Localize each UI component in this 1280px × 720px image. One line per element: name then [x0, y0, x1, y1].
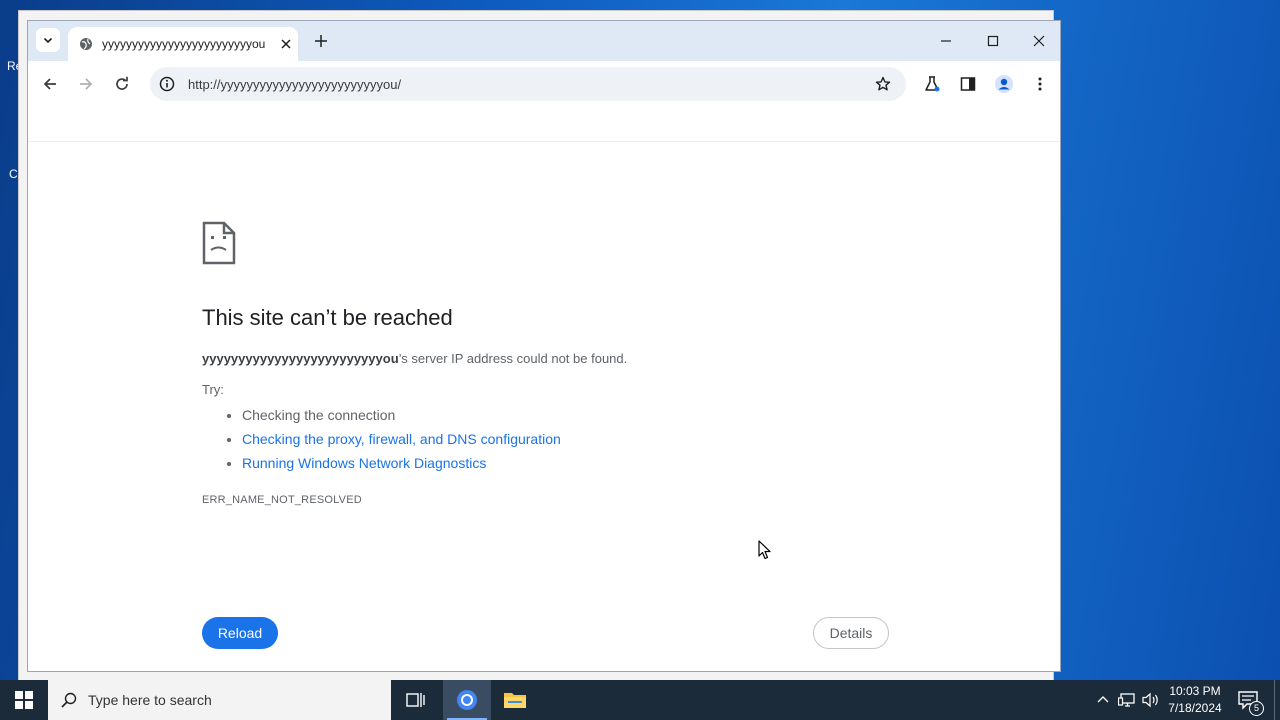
- taskbar-chrome-button[interactable]: [443, 680, 491, 720]
- labs-flask-icon[interactable]: [920, 72, 944, 96]
- taskbar-clock[interactable]: 10:03 PM 7/18/2024: [1162, 683, 1228, 717]
- reload-button[interactable]: Reload: [202, 617, 278, 649]
- plus-icon: [315, 35, 327, 47]
- suggestion-link-diagnostics[interactable]: Running Windows Network Diagnostics: [242, 451, 561, 475]
- taskbar-search-box[interactable]: Type here to search: [48, 680, 391, 720]
- error-host: yyyyyyyyyyyyyyyyyyyyyyyyyou: [202, 351, 399, 366]
- address-bar[interactable]: http://yyyyyyyyyyyyyyyyyyyyyyyyyou/: [150, 67, 906, 101]
- search-icon: [60, 691, 78, 709]
- back-button[interactable]: [38, 72, 62, 96]
- minimize-button[interactable]: [934, 29, 958, 53]
- maximize-icon: [987, 35, 999, 47]
- taskbar: Type here to search 10:03 PM 7/18/2024 5: [0, 680, 1280, 720]
- suggestion-list: Checking the connection Checking the pro…: [202, 403, 561, 475]
- clock-date: 7/18/2024: [1168, 701, 1222, 715]
- tab-title: yyyyyyyyyyyyyyyyyyyyyyyyyou: [102, 37, 266, 51]
- close-window-button[interactable]: [1027, 29, 1051, 53]
- taskbar-file-explorer-button[interactable]: [491, 680, 539, 720]
- error-code: ERR_NAME_NOT_RESOLVED: [202, 494, 362, 506]
- maximize-button[interactable]: [981, 29, 1005, 53]
- address-url: http://yyyyyyyyyyyyyyyyyyyyyyyyyou/: [188, 76, 402, 92]
- task-view-icon: [406, 693, 425, 707]
- error-description: yyyyyyyyyyyyyyyyyyyyyyyyyou’s server IP …: [202, 351, 627, 366]
- chevron-down-icon: [43, 37, 53, 44]
- windows-logo-icon: [15, 691, 33, 709]
- desktop-icon-label-fragment: C: [9, 167, 18, 181]
- suggestion-link-proxy[interactable]: Checking the proxy, firewall, and DNS co…: [242, 427, 561, 451]
- more-menu-icon[interactable]: [1028, 72, 1052, 96]
- folder-icon: [504, 693, 526, 708]
- details-button[interactable]: Details: [813, 617, 889, 649]
- task-view-button[interactable]: [392, 680, 440, 720]
- minimize-icon: [941, 40, 951, 42]
- close-icon: [1033, 35, 1045, 47]
- reload-icon: [116, 76, 128, 90]
- arrow-left-icon: [43, 78, 56, 90]
- chrome-icon: [457, 690, 477, 710]
- network-icon[interactable]: [1118, 691, 1136, 709]
- search-placeholder: Type here to search: [88, 692, 212, 708]
- globe-icon: [78, 36, 94, 52]
- error-heading: This site can’t be reached: [202, 305, 453, 330]
- sad-document-icon: [202, 221, 236, 265]
- side-panel-icon[interactable]: [956, 72, 980, 96]
- start-button[interactable]: [0, 680, 48, 720]
- show-desktop-button[interactable]: [1274, 680, 1280, 720]
- tab-search-button[interactable]: [36, 28, 60, 52]
- bookmark-star-icon[interactable]: [874, 75, 892, 93]
- toolbar-divider: [28, 141, 1060, 142]
- tab-active[interactable]: yyyyyyyyyyyyyyyyyyyyyyyyyou: [68, 27, 298, 61]
- try-label: Try:: [202, 382, 224, 397]
- notification-center-button[interactable]: 5: [1236, 688, 1264, 716]
- reload-page-button[interactable]: [110, 72, 134, 96]
- show-hidden-icons-chevron-icon[interactable]: [1094, 691, 1112, 709]
- notification-count-badge: 5: [1249, 701, 1264, 716]
- browser-toolbar: http://yyyyyyyyyyyyyyyyyyyyyyyyyou/: [28, 61, 1060, 107]
- arrow-right-icon: [80, 78, 93, 90]
- info-icon[interactable]: [158, 75, 176, 93]
- new-tab-button[interactable]: [311, 31, 331, 51]
- browser-window: yyyyyyyyyyyyyyyyyyyyyyyyyou http://yyyyy…: [27, 20, 1061, 672]
- tab-strip: yyyyyyyyyyyyyyyyyyyyyyyyyou: [28, 21, 1060, 61]
- clock-time: 10:03 PM: [1169, 684, 1221, 698]
- volume-icon[interactable]: [1142, 691, 1160, 709]
- profile-avatar-icon[interactable]: [992, 72, 1016, 96]
- error-description-text: ’s server IP address could not be found.: [398, 351, 628, 366]
- close-tab-icon[interactable]: [278, 36, 294, 52]
- forward-button[interactable]: [74, 72, 98, 96]
- mouse-cursor-icon: [758, 540, 771, 560]
- suggestion-item: Checking the connection: [242, 403, 561, 427]
